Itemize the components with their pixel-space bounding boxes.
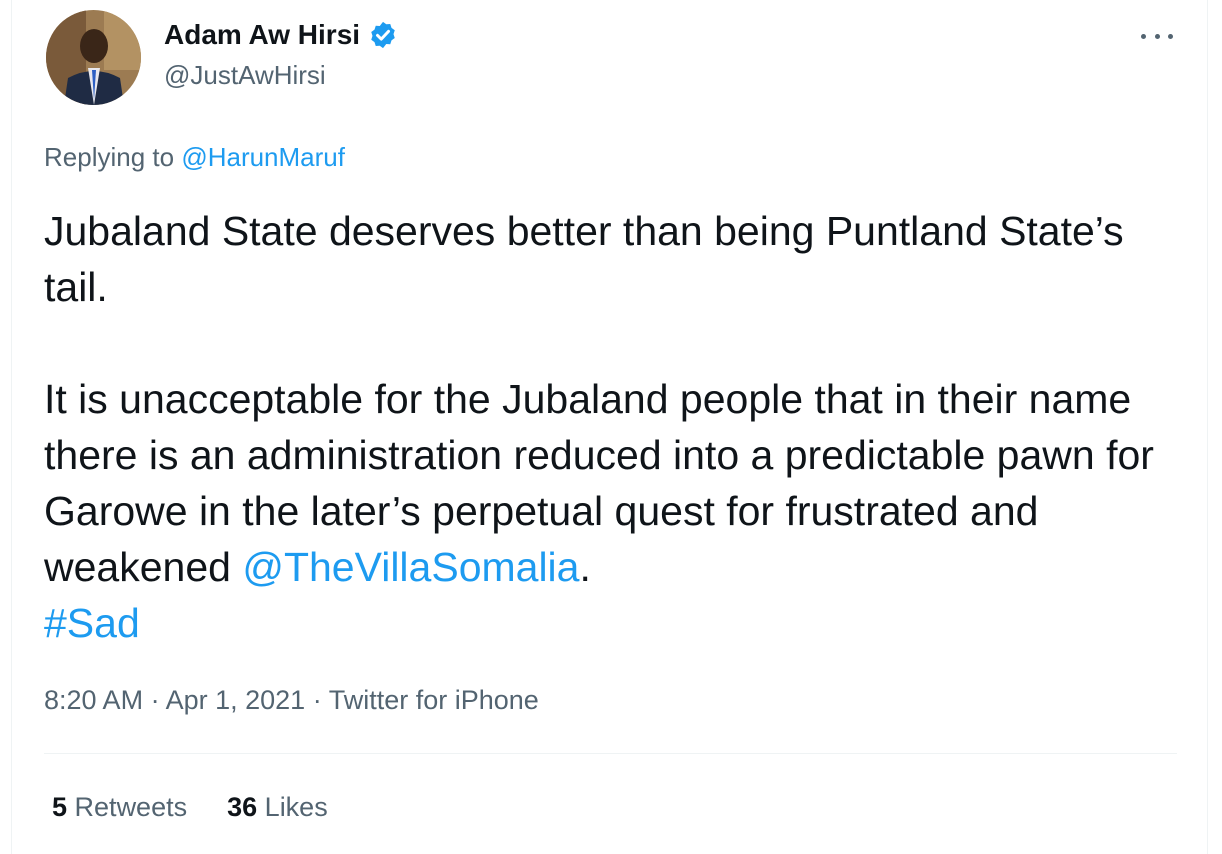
tweet-paragraph: Jubaland State deserves better than bein… — [44, 208, 1124, 310]
tweet-time[interactable]: 8:20 AM — [44, 685, 143, 715]
engagement-stats: 5 Retweets 36 Likes — [52, 789, 328, 825]
retweets-count: 5 — [52, 792, 68, 822]
replying-prefix: Replying to — [44, 142, 175, 172]
author-name-text: Adam Aw Hirsi — [164, 19, 361, 50]
tweet-date[interactable]: Apr 1, 2021 — [166, 685, 306, 715]
more-dot — [1154, 33, 1160, 39]
author-handle[interactable]: @JustAwHirsi — [164, 58, 326, 92]
tweet-text: Jubaland State deserves better than bein… — [44, 203, 1194, 651]
more-dot — [1168, 33, 1173, 39]
tweet-card: Adam Aw Hirsi @JustAwHirsi Replying to @… — [11, 0, 1208, 854]
retweets-stat[interactable]: 5 Retweets — [52, 789, 187, 825]
mention-link[interactable]: @TheVillaSomalia — [242, 544, 579, 590]
tweet-paragraph-text: It is unacceptable for the Jubaland peop… — [44, 376, 1154, 590]
reply-mention-link[interactable]: @HarunMaruf — [181, 142, 345, 172]
tweet-source[interactable]: Twitter for iPhone — [329, 685, 539, 715]
replying-to: Replying to @HarunMaruf — [44, 140, 345, 174]
author-name[interactable]: Adam Aw Hirsi — [164, 17, 398, 53]
tweet-paragraph: It is unacceptable for the Jubaland peop… — [44, 371, 1194, 651]
likes-stat[interactable]: 36 Likes — [227, 789, 328, 825]
avatar-image — [46, 10, 141, 105]
likes-count: 36 — [227, 792, 258, 822]
likes-label: Likes — [264, 792, 328, 822]
period: . — [579, 544, 591, 590]
avatar[interactable] — [46, 10, 141, 105]
verified-badge-icon — [368, 20, 398, 50]
meta-separator: · — [312, 685, 322, 715]
divider — [44, 753, 1177, 754]
tweet-metadata: 8:20 AM · Apr 1, 2021 · Twitter for iPho… — [44, 683, 539, 717]
more-horizontal-icon[interactable] — [1141, 22, 1173, 50]
retweets-label: Retweets — [74, 792, 188, 822]
meta-separator: · — [150, 685, 160, 715]
hashtag-link[interactable]: #Sad — [44, 600, 140, 646]
more-dot — [1141, 33, 1146, 39]
